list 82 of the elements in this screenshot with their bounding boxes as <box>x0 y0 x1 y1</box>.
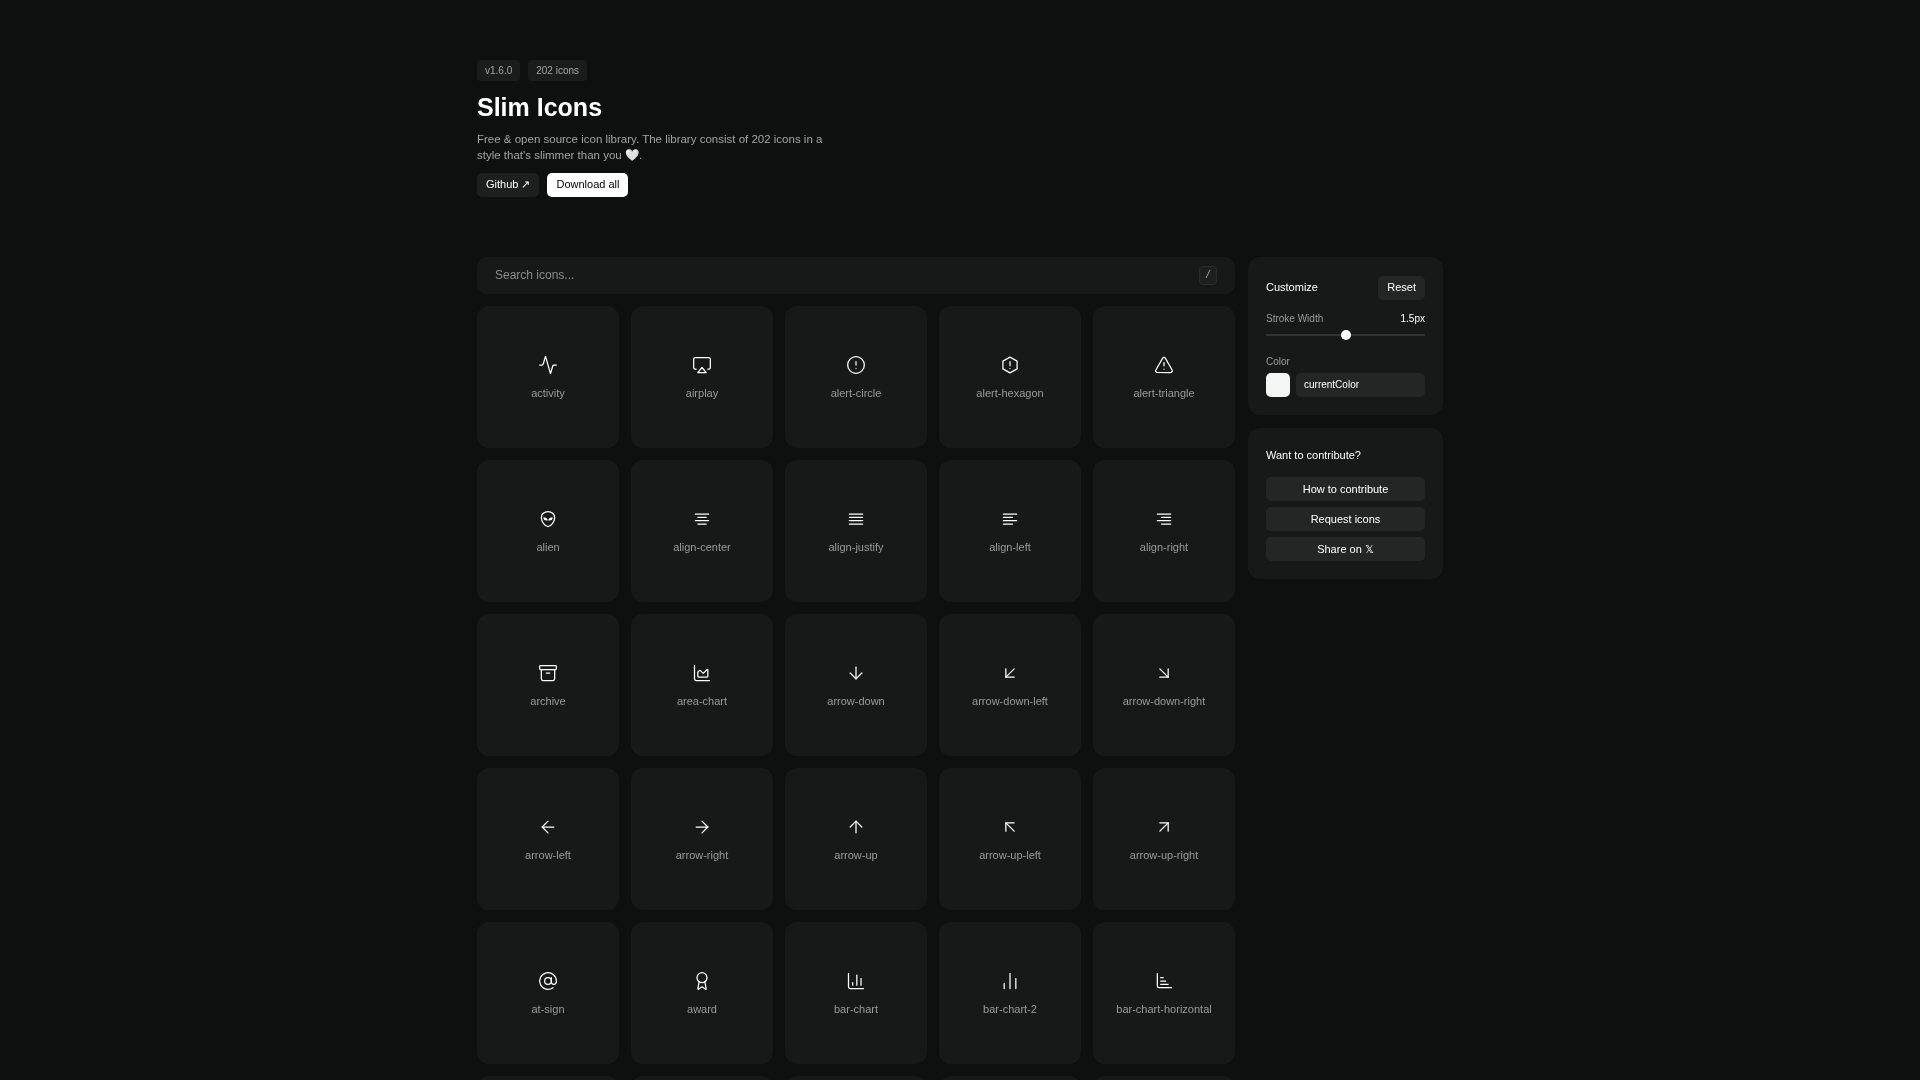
search-field[interactable]: Search icons... / <box>477 256 1235 294</box>
alien-head-icon <box>538 509 558 530</box>
activity-pulse-icon <box>538 355 558 376</box>
icon-card[interactable]: award <box>631 921 773 1064</box>
github-link-button[interactable]: Github ↗ <box>477 172 540 197</box>
icon-card[interactable]: arrow-down <box>785 613 927 756</box>
icon-card[interactable]: bar-chart <box>785 921 927 1064</box>
icon-label: align-center <box>673 540 731 556</box>
color-input[interactable]: currentColor <box>1296 372 1425 397</box>
icon-label: arrow-up-right <box>1129 848 1199 864</box>
icon-card[interactable]: area-chart <box>631 613 773 756</box>
icon-card[interactable]: activity <box>477 305 619 448</box>
icon-label: area-chart <box>676 694 728 710</box>
icon-card[interactable]: align-left <box>939 459 1081 602</box>
icon-label: archive <box>530 694 566 710</box>
alert-hexagon-icon <box>1000 355 1020 376</box>
icon-label: arrow-down-left <box>972 694 1048 710</box>
icon-label: arrow-down-right <box>1122 694 1206 710</box>
icon-card[interactable]: alert-hexagon <box>939 305 1081 448</box>
icon-label: alert-hexagon <box>976 386 1044 402</box>
icon-card[interactable]: bar-chart-horizontal <box>1093 921 1235 1064</box>
icon-label: arrow-down <box>827 694 885 710</box>
customize-title: Customize <box>1266 280 1318 296</box>
version-badge: v1.6.0 <box>477 60 521 81</box>
page-title: Slim Icons <box>477 92 604 123</box>
contribute-button[interactable]: Share on 𝕏 <box>1266 537 1425 561</box>
icon-card[interactable]: arrow-up-left <box>939 767 1081 910</box>
screen-triangle-icon <box>692 355 712 376</box>
icon-label: align-justify <box>828 540 884 556</box>
icon-label: alert-circle <box>830 386 882 402</box>
icon-card[interactable]: arrow-right <box>631 767 773 910</box>
color-label: Color <box>1266 354 1291 369</box>
icon-label: align-right <box>1139 540 1189 556</box>
icon-label: arrow-up-left <box>979 848 1041 864</box>
alert-triangle-icon <box>1154 355 1174 376</box>
icon-label: bar-chart <box>834 1002 878 1018</box>
download-button[interactable]: Download all <box>547 172 629 197</box>
at-sign-icon <box>538 971 558 992</box>
icon-card[interactable]: airplay <box>631 305 773 448</box>
icon-label: bar-chart-horizontal <box>1116 1002 1212 1018</box>
icon-card[interactable]: alert-circle <box>785 305 927 448</box>
archive-box-icon <box>538 663 558 684</box>
icon-card[interactable]: arrow-left <box>477 767 619 910</box>
icon-label: airplay <box>685 386 719 402</box>
stroke-width-value: 1.5px <box>1400 311 1425 326</box>
icon-card[interactable]: at-sign <box>477 921 619 1064</box>
stroke-width-label: Stroke Width <box>1266 311 1324 326</box>
icon-card[interactable]: alien <box>477 459 619 602</box>
icon-card[interactable]: alert-triangle <box>1093 305 1235 448</box>
icon-card[interactable]: align-right <box>1093 459 1235 602</box>
slider-thumb[interactable] <box>1340 329 1351 340</box>
color-swatch[interactable] <box>1266 372 1290 397</box>
icon-label: alert-triangle <box>1133 386 1195 402</box>
icon-card[interactable]: arrow-down-left <box>939 613 1081 756</box>
icon-card[interactable]: arrow-down-right <box>1093 613 1235 756</box>
stroke-width-slider[interactable] <box>1266 329 1425 340</box>
icon-card[interactable]: arrow-up-right <box>1093 767 1235 910</box>
description: Free & open source icon library. The library consist of 202 icons in a style that's slimmer than you 🤍. <box>477 131 824 163</box>
contribute-title: Want to contribute? <box>1266 447 1362 463</box>
icon-label: award <box>687 1002 717 1018</box>
reset-button[interactable]: Reset <box>1378 275 1425 300</box>
search-input[interactable]: Search icons... <box>495 266 1095 284</box>
icon-label: arrow-left <box>525 848 571 864</box>
icon-label: alien <box>536 540 560 556</box>
icon-label: arrow-up <box>834 848 878 864</box>
icon-card[interactable]: align-center <box>631 459 773 602</box>
icon-label: bar-chart-2 <box>983 1002 1037 1018</box>
bar-chart-icon <box>846 971 866 992</box>
icon-label: at-sign <box>531 1002 565 1018</box>
icon-card[interactable]: bar-chart-2 <box>939 921 1081 1064</box>
shortcut-key: / <box>1199 265 1217 285</box>
icon-label: align-left <box>989 540 1031 556</box>
alert-circle-icon <box>846 355 866 376</box>
icon-card[interactable]: align-justify <box>785 459 927 602</box>
icon-card[interactable]: archive <box>477 613 619 756</box>
contribute-button[interactable]: How to contribute <box>1266 477 1425 501</box>
icon-count-badge: 202 icons <box>528 60 588 81</box>
contribute-button[interactable]: Request icons <box>1266 507 1425 531</box>
icon-label: arrow-right <box>675 848 729 864</box>
icon-card[interactable]: arrow-up <box>785 767 927 910</box>
icon-label: activity <box>531 386 565 402</box>
area-chart-icon <box>692 663 712 684</box>
